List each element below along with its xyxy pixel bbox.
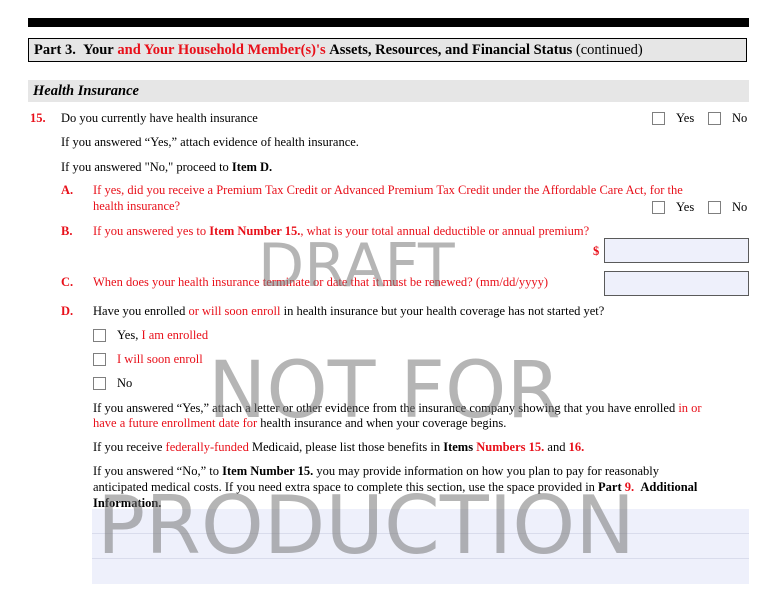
qd-note2: If you receive federally-funded Medicaid… bbox=[93, 440, 584, 455]
q15-no-checkbox[interactable] bbox=[708, 112, 721, 125]
qb-currency: $ bbox=[593, 244, 600, 258]
qd-note2-f: and bbox=[547, 440, 566, 454]
q15-yes-label: Yes bbox=[676, 111, 695, 125]
additional-info-textarea[interactable] bbox=[92, 509, 749, 584]
textarea-line bbox=[92, 558, 749, 559]
top-rule bbox=[28, 18, 749, 27]
qd-note2-e: Numbers 15. bbox=[476, 440, 545, 454]
q15-note-yes: If you answered “Yes,” attach evidence o… bbox=[61, 135, 359, 149]
qd-note1-end: health insurance and when your coverage … bbox=[260, 416, 507, 430]
q15-note-no: If you answered "No," proceed to Item D. bbox=[61, 160, 272, 175]
qd-note2-d: Items bbox=[443, 440, 474, 454]
part-number: Part 3. bbox=[34, 42, 76, 58]
qd-no-label: No bbox=[117, 376, 133, 390]
qd-note3-c: you may provide information on how you p… bbox=[316, 464, 659, 478]
part-your: Your bbox=[83, 42, 114, 58]
qd-will-enroll-label: I will soon enroll bbox=[117, 352, 203, 366]
qa-no-label: No bbox=[732, 200, 748, 214]
q15-number: 15. bbox=[30, 111, 46, 125]
qb-letter: B. bbox=[61, 224, 73, 238]
qc-letter: C. bbox=[61, 275, 74, 289]
section-title: Health Insurance bbox=[28, 80, 749, 102]
qa-no-checkbox[interactable] bbox=[708, 201, 721, 214]
qd-note2-g: 16. bbox=[568, 440, 585, 454]
qb-text: If you answered yes to Item Number 15., … bbox=[93, 224, 589, 239]
qb-amount-input[interactable] bbox=[604, 238, 749, 263]
qd-note2-c: Medicaid, please list those benefits in bbox=[251, 440, 441, 454]
qb-text-pre: If you answered yes to bbox=[93, 224, 207, 238]
part-continued: (continued) bbox=[575, 42, 643, 58]
qd-note3-g: Additional bbox=[640, 480, 698, 494]
qd-question-post: in health insurance but your health cove… bbox=[283, 304, 605, 318]
qd-note2-a: If you receive bbox=[93, 440, 163, 454]
qb-item-ref: Item Number 15. bbox=[209, 224, 301, 238]
qd-note1-line2: have a future enrollment date for health… bbox=[93, 416, 506, 431]
qc-text: When does your health insurance terminat… bbox=[93, 275, 549, 289]
qd-note3-b: Item Number 15. bbox=[222, 464, 314, 478]
qa-yes-checkbox[interactable] bbox=[652, 201, 665, 214]
qd-question: Have you enrolled or will soon enroll in… bbox=[93, 304, 604, 319]
qd-note1-line1: If you answered “Yes,” attach a letter o… bbox=[93, 401, 702, 416]
qd-enrolled-label: Yes, I am enrolled bbox=[117, 328, 208, 343]
qb-text-post: , what is your total annual deductible o… bbox=[300, 224, 590, 238]
qa-yes-label: Yes bbox=[676, 200, 695, 214]
qd-note2-b: federally-funded bbox=[165, 440, 249, 454]
qd-letter: D. bbox=[61, 304, 74, 318]
qa-line1: If yes, did you receive a Premium Tax Cr… bbox=[93, 183, 683, 197]
qd-question-pre: Have you enrolled bbox=[93, 304, 186, 318]
qd-enrolled-label-a: Yes, bbox=[117, 328, 139, 342]
qd-note3-d: anticipated medical costs. If you need e… bbox=[93, 480, 595, 494]
part-household: and Your Household Member(s)'s bbox=[117, 42, 326, 58]
qa-letter: A. bbox=[61, 183, 74, 197]
q15-no-label: No bbox=[732, 111, 748, 125]
qd-note1-text: If you answered “Yes,” attach a letter o… bbox=[93, 401, 676, 415]
q15-note-no-item: Item D. bbox=[231, 160, 273, 174]
part-title: Assets, Resources, and Financial Status bbox=[329, 42, 573, 58]
qd-note3-e: Part bbox=[598, 480, 622, 494]
textarea-line bbox=[92, 533, 749, 534]
qa-line2: health insurance? bbox=[93, 199, 181, 213]
qd-question-red: or will soon enroll bbox=[188, 304, 281, 318]
qd-enrolled-label-b: I am enrolled bbox=[141, 328, 209, 342]
qd-note3-line1: If you answered “No,” to Item Number 15.… bbox=[93, 464, 659, 479]
qd-no-checkbox[interactable] bbox=[93, 377, 106, 390]
q15-yes-checkbox[interactable] bbox=[652, 112, 665, 125]
qd-will-enroll-checkbox[interactable] bbox=[93, 353, 106, 366]
qc-date-input[interactable] bbox=[604, 271, 749, 296]
qd-note3-a: If you answered “No,” to bbox=[93, 464, 219, 478]
qd-note3-line2: anticipated medical costs. If you need e… bbox=[93, 480, 697, 495]
q15-note-no-text: If you answered "No," proceed to bbox=[61, 160, 229, 174]
qd-enrolled-checkbox[interactable] bbox=[93, 329, 106, 342]
qd-note1-red2: have a future enrollment date for bbox=[93, 416, 258, 430]
part-header: Part 3. Your and Your Household Member(s… bbox=[28, 38, 747, 62]
q15-question: Do you currently have health insurance bbox=[61, 111, 258, 125]
qd-note3-f: 9. bbox=[624, 480, 635, 494]
qd-note1-red: in or bbox=[678, 401, 702, 415]
